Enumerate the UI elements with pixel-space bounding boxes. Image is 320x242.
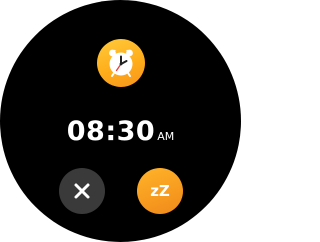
- snooze-label: zZ: [150, 182, 170, 200]
- alarm-clock-icon: [109, 49, 133, 77]
- alarm-badge: [97, 39, 145, 87]
- alarm-period: AM: [157, 130, 175, 143]
- alarm-time-display: 08:30 AM: [0, 116, 241, 148]
- alarm-time: 08:30: [66, 116, 156, 147]
- dismiss-button[interactable]: [59, 168, 105, 214]
- watch-face: 08:30 AM zZ: [0, 0, 241, 242]
- close-icon: [74, 183, 90, 199]
- snooze-button[interactable]: zZ: [137, 168, 183, 214]
